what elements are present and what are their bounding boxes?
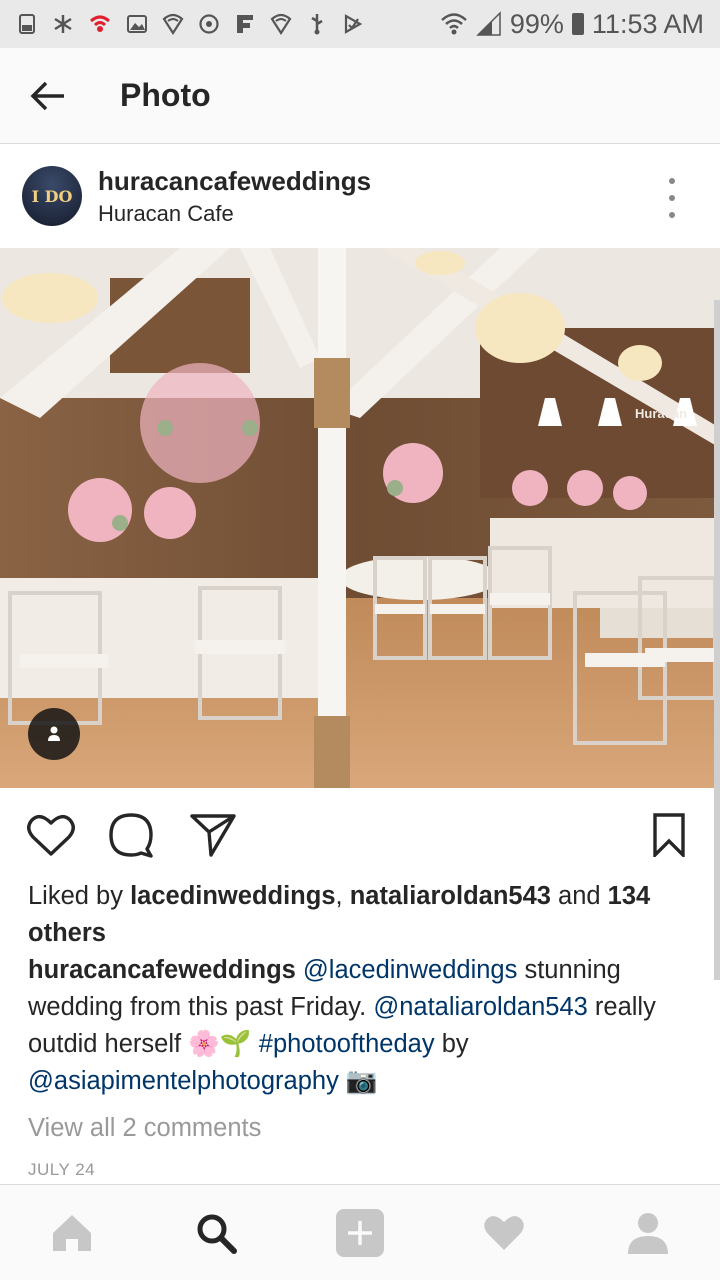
system-status: 99% 11:53 AM <box>440 9 704 40</box>
caption-text: by <box>434 1030 469 1058</box>
tagged-people-button[interactable] <box>28 708 80 760</box>
dot-icon <box>669 195 675 201</box>
comment-button[interactable] <box>106 810 156 860</box>
post-header: I DO huracancafeweddings Huracan Cafe <box>0 144 720 248</box>
check-icon <box>344 14 363 34</box>
add-icon <box>336 1208 384 1257</box>
likes-line: Liked by lacedinweddings, nataliaroldan5… <box>28 878 692 952</box>
status-bar: 99% 11:53 AM <box>0 0 720 48</box>
nav-profile[interactable] <box>612 1197 684 1269</box>
heart-icon <box>484 1215 524 1250</box>
view-comments-link[interactable]: View all 2 comments <box>28 1114 261 1143</box>
search-icon <box>197 1214 237 1254</box>
mention-link[interactable]: @asiapimentelphotography <box>28 1067 339 1095</box>
avatar[interactable]: I DO <box>22 166 82 226</box>
asterisk-icon <box>54 15 72 33</box>
nav-home[interactable] <box>36 1197 108 1269</box>
caption: huracancafeweddings @lacedinweddings stu… <box>28 952 692 1100</box>
likes-and: and <box>550 882 608 910</box>
scrollbar[interactable] <box>714 300 720 980</box>
sync-icon <box>199 14 219 34</box>
heart-outline-icon <box>27 814 75 856</box>
profile-icon <box>628 1212 668 1254</box>
post-photo[interactable]: Huracan <box>0 248 720 788</box>
camera-emoji: 📷 <box>338 1067 378 1095</box>
liked-by-user2[interactable]: nataliaroldan543 <box>350 882 551 910</box>
shield-icon <box>162 13 184 35</box>
battery-percent: 99% <box>509 8 564 39</box>
caption-author[interactable]: huracancafeweddings <box>28 956 296 984</box>
save-button[interactable] <box>644 810 694 860</box>
user-info: huracancafeweddings Huracan Cafe <box>98 166 371 227</box>
likes-prefix: Liked by <box>28 882 131 910</box>
avatar-text: I DO <box>31 186 73 206</box>
likes-separator: , <box>335 882 350 910</box>
more-options-button[interactable] <box>662 178 682 218</box>
hashtag-link[interactable]: #photooftheday <box>259 1030 435 1058</box>
nav-search[interactable] <box>180 1197 252 1269</box>
bottom-navigation <box>0 1184 720 1280</box>
wifi-icon <box>441 13 467 35</box>
clock: 11:53 AM <box>591 8 704 39</box>
send-icon <box>190 814 236 857</box>
comment-icon <box>109 813 153 858</box>
post-username[interactable]: huracancafeweddings <box>98 166 371 197</box>
nav-activity[interactable] <box>468 1197 540 1269</box>
like-button[interactable] <box>26 810 76 860</box>
wifi-calling-icon <box>90 15 110 32</box>
bookmark-icon <box>653 813 685 857</box>
user-icon <box>48 726 60 741</box>
phone-icon <box>19 14 35 34</box>
share-button[interactable] <box>188 810 238 860</box>
mention-link[interactable]: @nataliaroldan543 <box>373 993 587 1021</box>
arrow-left-icon <box>30 81 64 110</box>
battery-icon <box>571 13 584 35</box>
post-text: Liked by lacedinweddings, nataliaroldan5… <box>28 876 692 1100</box>
liked-by-user1[interactable]: lacedinweddings <box>130 882 335 910</box>
mention-link[interactable]: @lacedinweddings <box>303 956 517 984</box>
home-icon <box>53 1214 91 1251</box>
notification-icons <box>16 13 364 35</box>
shield-icon <box>270 13 292 35</box>
venue-sign: Huracan <box>635 406 687 421</box>
wedding-venue-image: Huracan <box>0 248 720 788</box>
dot-icon <box>669 178 675 184</box>
page-title: Photo <box>120 77 211 113</box>
post-actions <box>0 796 720 876</box>
gallery-icon <box>127 15 147 33</box>
back-button[interactable] <box>0 48 96 144</box>
post-date: JULY 24 <box>28 1160 96 1179</box>
post-location[interactable]: Huracan Cafe <box>98 201 371 227</box>
dot-icon <box>669 212 675 218</box>
signal-icon <box>476 11 501 36</box>
app-f-icon <box>237 15 253 33</box>
nav-add[interactable] <box>324 1197 396 1269</box>
usb-icon <box>311 14 323 35</box>
app-bar: Photo <box>0 48 720 144</box>
